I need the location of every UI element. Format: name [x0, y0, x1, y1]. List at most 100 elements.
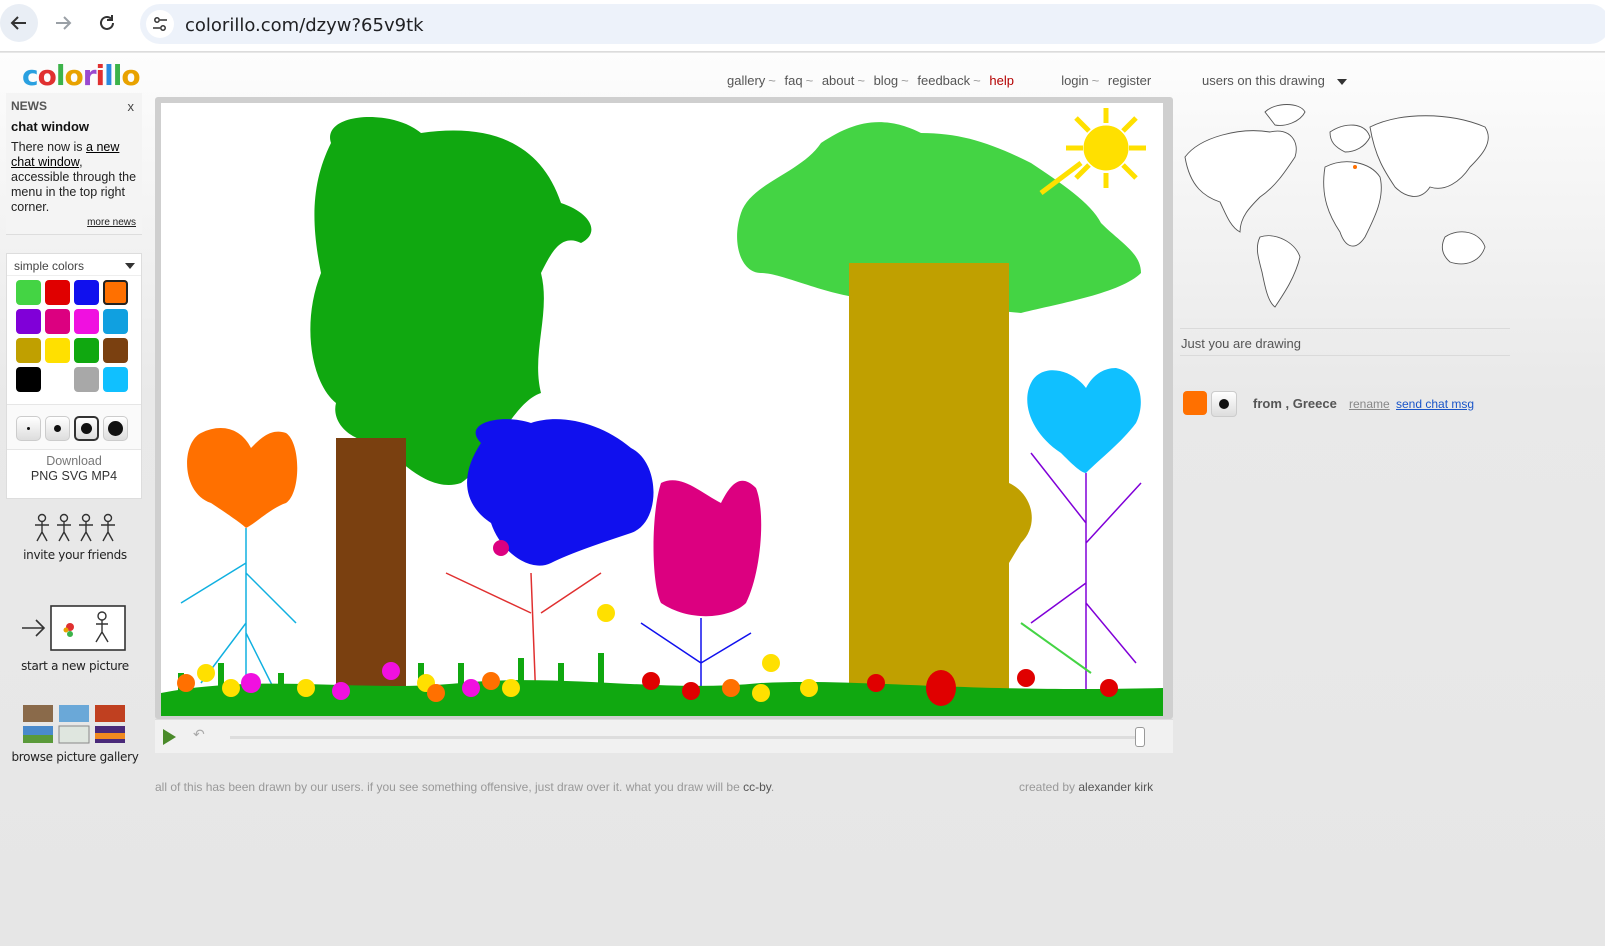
- palette-mode-dropdown[interactable]: simple colors: [7, 254, 141, 276]
- users-dropdown-label: users on this drawing: [1202, 73, 1325, 88]
- reload-icon: [100, 15, 114, 30]
- browse-gallery-button[interactable]: browse picture gallery: [10, 705, 140, 764]
- color-swatch[interactable]: [103, 280, 128, 305]
- nav-gallery[interactable]: gallery: [727, 73, 765, 88]
- footer-credit: created by alexander kirk: [1019, 780, 1154, 794]
- nav-help[interactable]: help: [989, 73, 1014, 88]
- logo-letter: o: [37, 59, 57, 92]
- drawing-canvas-frame: [155, 97, 1173, 719]
- color-swatch[interactable]: [74, 367, 99, 392]
- logo-letter: r: [82, 59, 97, 92]
- color-swatch[interactable]: [74, 338, 99, 363]
- color-swatch[interactable]: [45, 338, 70, 363]
- nav-separator: ~: [901, 73, 909, 88]
- stick-figures-icon: [35, 513, 115, 542]
- divider: [1180, 355, 1510, 356]
- author-link[interactable]: alexander kirk: [1078, 780, 1153, 794]
- color-swatch[interactable]: [45, 367, 70, 392]
- world-map: [1184, 104, 1489, 308]
- divider: [1180, 328, 1510, 329]
- nav-register[interactable]: register: [1108, 73, 1151, 88]
- user-brush-size: [1211, 391, 1237, 417]
- news-close-button[interactable]: x: [128, 99, 135, 114]
- reload-button[interactable]: [88, 4, 126, 42]
- news-title: chat window: [11, 119, 89, 134]
- playback-bar: ↶: [155, 719, 1173, 753]
- invite-friends-label: invite your friends: [23, 548, 127, 562]
- logo-letter: o: [121, 59, 140, 92]
- colorillo-logo[interactable]: colorillo: [22, 59, 141, 92]
- invite-friends-button[interactable]: invite your friends: [10, 513, 140, 562]
- top-navigation: gallery ~ faq ~ about ~ blog ~ feedback ~ hel…: [727, 73, 1151, 88]
- brush-size-option[interactable]: [103, 416, 128, 441]
- nav-blog[interactable]: blog: [874, 73, 899, 88]
- color-swatch[interactable]: [103, 338, 128, 363]
- tree-trunk-right: [849, 263, 1009, 703]
- logo-letter: o: [64, 59, 83, 92]
- download-label: Download: [46, 454, 102, 468]
- rename-link[interactable]: rename: [1349, 397, 1390, 411]
- nav-login[interactable]: login: [1061, 73, 1088, 88]
- nav-about[interactable]: about: [822, 73, 855, 88]
- brush-size-option[interactable]: [74, 416, 99, 441]
- logo-letter: i: [95, 59, 106, 92]
- color-swatch[interactable]: [16, 338, 41, 363]
- nav-separator: ~: [1091, 73, 1100, 88]
- footer-disclaimer: all of this has been drawn by our users.…: [155, 780, 775, 794]
- arrow-left-icon: [10, 16, 26, 30]
- license-link[interactable]: cc-by: [743, 780, 771, 794]
- address-bar[interactable]: colorillo.com/dzyw?65v9tk: [140, 4, 1605, 44]
- palette-mode-label: simple colors: [14, 259, 85, 273]
- drawing-canvas[interactable]: [161, 103, 1163, 716]
- nav-separator: ~: [857, 73, 865, 88]
- color-swatch[interactable]: [16, 280, 41, 305]
- color-swatch[interactable]: [16, 367, 41, 392]
- site-info-button[interactable]: [146, 10, 174, 38]
- user-location: from , Greece: [1253, 396, 1337, 411]
- more-news-link[interactable]: more news: [87, 217, 136, 228]
- browse-gallery-label: browse picture gallery: [11, 750, 139, 764]
- color-palette-panel: simple colors Download PNG SVG MP4: [6, 253, 142, 499]
- send-chat-link[interactable]: send chat msg: [1396, 397, 1474, 411]
- download-formats[interactable]: PNG SVG MP4: [7, 469, 141, 484]
- user-row: from , Greece rename send chat msg: [1183, 391, 1603, 421]
- color-swatch[interactable]: [74, 280, 99, 305]
- color-swatch[interactable]: [45, 309, 70, 334]
- color-swatch[interactable]: [103, 309, 128, 334]
- nav-separator: ~: [805, 73, 814, 88]
- brush-size-option[interactable]: [45, 416, 70, 441]
- undo-icon[interactable]: ↶: [193, 726, 205, 743]
- color-swatch[interactable]: [45, 280, 70, 305]
- forward-button[interactable]: [44, 4, 82, 42]
- back-button[interactable]: [0, 4, 38, 42]
- playback-track[interactable]: [230, 736, 1145, 739]
- play-icon[interactable]: [163, 729, 176, 745]
- nav-separator: ~: [973, 73, 981, 88]
- drawing-artwork: [161, 108, 1163, 716]
- drawing-status: Just you are drawing: [1181, 336, 1301, 351]
- tune-icon: [153, 17, 167, 31]
- sun: [1039, 108, 1146, 195]
- playback-slider-handle[interactable]: [1135, 727, 1145, 747]
- color-swatch[interactable]: [103, 367, 128, 392]
- color-swatch[interactable]: [16, 309, 41, 334]
- download-section: Download PNG SVG MP4: [7, 454, 141, 484]
- news-box: NEWS x chat window There now is a new ch…: [6, 93, 142, 235]
- caret-down-icon: [1336, 78, 1347, 85]
- brush-size-option[interactable]: [16, 416, 41, 441]
- logo-letter: l: [104, 59, 114, 92]
- start-new-picture-button[interactable]: start a new picture: [10, 602, 140, 673]
- flower-magenta: [653, 480, 762, 617]
- nav-faq[interactable]: faq: [785, 73, 803, 88]
- url-text[interactable]: colorillo.com/dzyw?65v9tk: [185, 15, 424, 36]
- user-color-swatch: [1183, 391, 1207, 415]
- users-on-drawing-dropdown[interactable]: users on this drawing: [1202, 73, 1347, 88]
- color-swatch[interactable]: [74, 309, 99, 334]
- nav-feedback[interactable]: feedback: [917, 73, 970, 88]
- news-heading: NEWS: [11, 99, 47, 113]
- brush-size-selector: [7, 404, 141, 450]
- caret-down-icon: [125, 263, 135, 269]
- news-body: There now is a new chat window, accessib…: [11, 140, 137, 214]
- nav-separator: ~: [768, 73, 776, 88]
- logo-letter: c: [22, 59, 39, 92]
